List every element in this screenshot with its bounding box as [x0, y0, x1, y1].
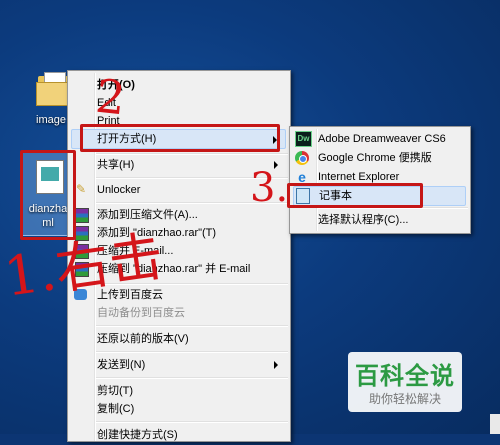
menu-separator: [96, 325, 288, 327]
menu-item-create-shortcut[interactable]: 创建快捷方式(S): [96, 425, 286, 445]
menu-item-label: 共享(H): [97, 159, 135, 171]
ie-icon: e: [298, 169, 306, 185]
menu-separator: [96, 377, 288, 379]
menu-item-cut[interactable]: 剪切(T): [96, 381, 286, 401]
menu-item-label: 发送到(N): [97, 359, 146, 371]
winrar-icon: [75, 208, 89, 223]
unlocker-icon: ✎: [76, 182, 87, 196]
menu-item-copy[interactable]: 复制(C): [96, 399, 286, 419]
chrome-icon: [295, 151, 309, 165]
menu-item-restore-versions[interactable]: 还原以前的版本(V): [96, 329, 286, 349]
submenu-item-choose-default[interactable]: 选择默认程序(C)...: [318, 210, 466, 230]
menu-item-backup-baidu[interactable]: 自动备份到百度云: [96, 303, 286, 323]
annotation-box-open-with: [80, 124, 280, 152]
submenu-item-chrome[interactable]: Google Chrome 便携版: [318, 148, 466, 168]
annotation-box-notepad: [287, 183, 423, 208]
open-with-submenu: Dw Adobe Dreamweaver CS6 Google Chrome 便…: [289, 126, 471, 234]
annotation-step3: 3.: [250, 165, 289, 211]
menu-item-label: Unlocker: [97, 184, 141, 196]
dreamweaver-icon: Dw: [295, 131, 312, 147]
submenu-item-dreamweaver[interactable]: Adobe Dreamweaver CS6: [318, 129, 466, 149]
menu-separator: [96, 351, 288, 353]
window-edge: [490, 414, 500, 434]
watermark-logo: 百科全说 助你轻松解决: [348, 352, 462, 412]
annotation-step2: 2: [93, 68, 129, 126]
annotation-box-file: [20, 150, 76, 240]
watermark-title: 百科全说: [355, 363, 455, 390]
menu-separator: [96, 421, 288, 423]
watermark-subtitle: 助你轻松解决: [368, 392, 441, 406]
desktop-icon-label: image: [36, 114, 66, 126]
submenu-arrow-icon: [274, 361, 278, 369]
menu-item-send-to[interactable]: 发送到(N): [96, 355, 286, 375]
